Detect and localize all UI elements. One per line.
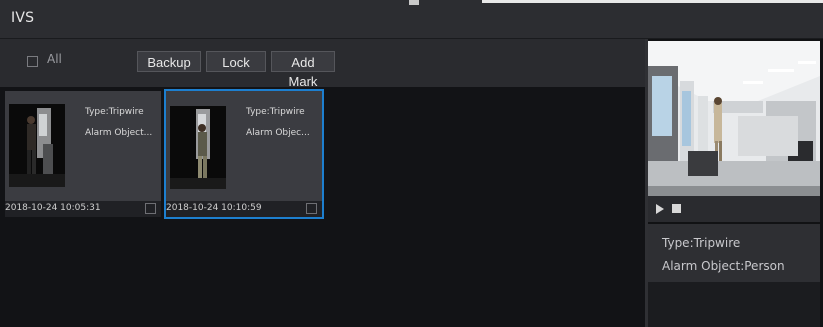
record-grid: Type:Tripwire Alarm Object... 2018-10-24… [0, 87, 645, 327]
record-alarm-object: Alarm Object... [85, 128, 153, 138]
title-bar: IVS [0, 0, 823, 39]
record-type: Type:Tripwire [85, 107, 144, 117]
record-alarm-object: Alarm Objec... [246, 128, 310, 138]
select-all-label: All [47, 52, 62, 66]
record-checkbox[interactable] [306, 203, 317, 214]
record-footer: 2018-10-24 10:10:59 [166, 201, 322, 217]
record-thumbnail [170, 106, 226, 189]
record-checkbox[interactable] [145, 203, 156, 214]
event-info-panel: Type:Tripwire Alarm Object:Person [648, 224, 820, 282]
record-footer: 2018-10-24 10:05:31 [5, 201, 161, 217]
play-icon[interactable] [656, 204, 664, 214]
select-all-checkbox[interactable] [27, 56, 38, 67]
window-title: IVS [11, 10, 35, 26]
record-thumbnail [9, 104, 65, 187]
record-card[interactable]: Type:Tripwire Alarm Object... 2018-10-24… [5, 91, 161, 217]
record-timestamp: 2018-10-24 10:05:31 [5, 203, 101, 213]
event-alarm-object: Alarm Object:Person [662, 259, 785, 273]
info-panel-footer [648, 282, 820, 327]
title-bar-strip [482, 0, 823, 3]
toolbar: All Backup Lock Add Mark [0, 39, 645, 89]
lock-button[interactable]: Lock [206, 51, 266, 72]
backup-button[interactable]: Backup [137, 51, 201, 72]
drag-handle[interactable] [409, 0, 419, 5]
record-card-selected[interactable]: Type:Tripwire Alarm Objec... 2018-10-24 … [164, 89, 324, 219]
record-timestamp: 2018-10-24 10:10:59 [166, 203, 262, 213]
add-mark-button[interactable]: Add Mark [271, 51, 335, 89]
event-type: Type:Tripwire [662, 236, 741, 250]
stop-icon[interactable] [672, 204, 681, 213]
playback-controls [648, 196, 820, 222]
video-preview[interactable] [648, 41, 820, 196]
record-type: Type:Tripwire [246, 107, 305, 117]
